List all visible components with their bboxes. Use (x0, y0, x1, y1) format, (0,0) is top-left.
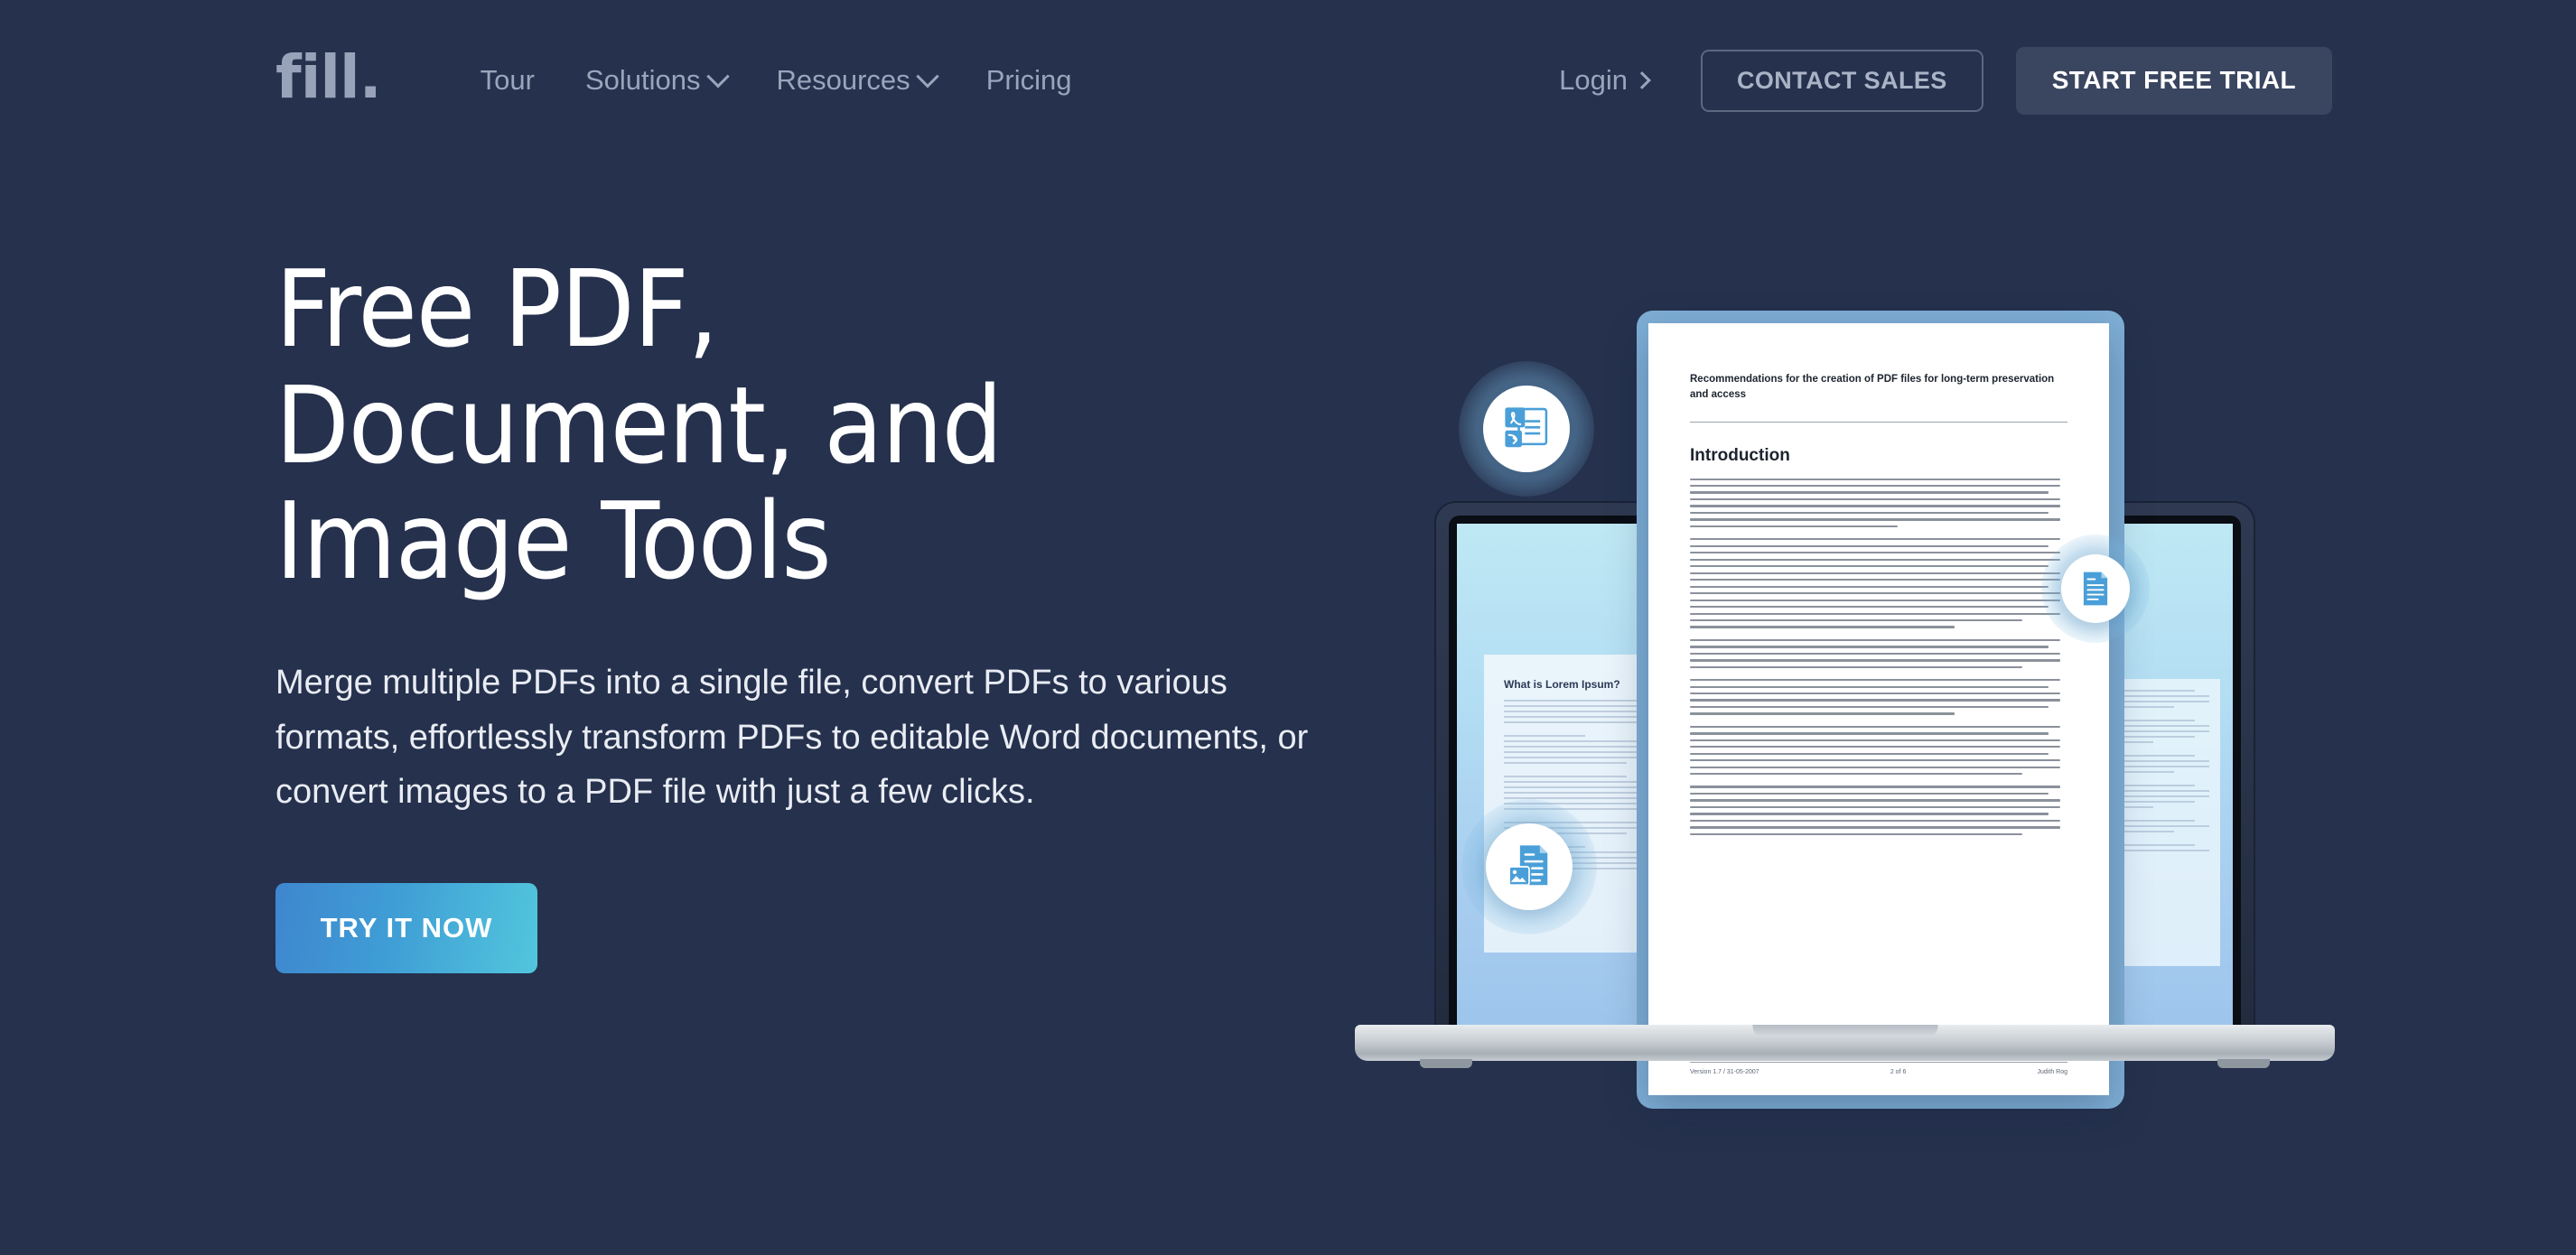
primary-nav: Tour Solutions Resources Pricing (481, 64, 1072, 97)
nav-item-resources[interactable]: Resources (776, 64, 939, 97)
pdf-convert-icon (1505, 407, 1548, 448)
landing-page: fill. Tour Solutions Resources Pricing L… (0, 0, 2576, 1255)
divider (1690, 421, 2067, 423)
try-it-now-button[interactable]: TRY IT NOW (275, 883, 537, 974)
nav-item-tour-label: Tour (480, 64, 535, 96)
document-paragraph (1690, 478, 2067, 528)
nav-item-pricing-label: Pricing (985, 64, 1072, 96)
badge-image-to-document (1461, 799, 1597, 934)
page-title: Free PDF, Document, and Image Tools (275, 246, 1003, 604)
login-link[interactable]: Login (1559, 64, 1651, 97)
document-paragraph (1690, 786, 2067, 836)
document-heading: Introduction (1690, 445, 1790, 465)
hero-description: Merge multiple PDFs into a single file, … (275, 663, 1309, 812)
document-footer-author: Judith Rog (2037, 1069, 2067, 1075)
document-title: Recommendations for the creation of PDF … (1690, 374, 2055, 401)
laptop-foot-right (2217, 1059, 2270, 1068)
chevron-down-icon (705, 65, 730, 88)
chevron-down-icon (915, 65, 939, 88)
badge-document (2041, 535, 2150, 643)
document-paragraph (1690, 679, 2067, 715)
image-to-document-icon (1508, 845, 1548, 887)
document-footer-page: 2 of 6 (1890, 1069, 1907, 1075)
start-free-trial-button[interactable]: START FREE TRIAL (2015, 46, 2332, 115)
document-footer-version: Version 1.7 / 31-05-2007 (1690, 1069, 1759, 1075)
document-icon (2083, 572, 2108, 606)
login-link-label: Login (1559, 64, 1628, 96)
chevron-right-icon (1633, 71, 1651, 89)
brand-logo[interactable]: fill. (275, 48, 382, 107)
nav-item-solutions-label: Solutions (584, 64, 701, 96)
laptop-foot-left (1420, 1059, 1472, 1068)
hero-content: Free PDF, Document, and Image Tools Merg… (275, 246, 1377, 974)
badge-disc (2061, 554, 2130, 623)
header-actions: Login CONTACT SALES START FREE TRIAL (1559, 46, 2332, 115)
document-footer: Version 1.7 / 31-05-2007 2 of 6 Judith R… (1690, 1062, 2067, 1075)
badge-disc (1486, 823, 1573, 910)
nav-item-solutions[interactable]: Solutions (584, 64, 730, 97)
contact-sales-button[interactable]: CONTACT SALES (1700, 49, 1983, 112)
laptop-notch (1752, 1025, 1937, 1037)
document-preview: Recommendations for the creation of PDF … (1648, 323, 2109, 1095)
nav-item-resources-label: Resources (776, 64, 910, 96)
badge-disc (1483, 386, 1570, 472)
document-paragraph (1690, 725, 2067, 776)
site-header: fill. Tour Solutions Resources Pricing L… (0, 0, 2576, 161)
badge-pdf-convert (1459, 361, 1594, 497)
laptop-base (1355, 1025, 2335, 1068)
hero-illustration: What is Lorem Ipsum? Recommendations for… (1355, 298, 2366, 1120)
document-paragraph (1690, 538, 2067, 628)
document-paragraph (1690, 638, 2067, 669)
nav-item-pricing[interactable]: Pricing (986, 64, 1072, 97)
nav-item-tour[interactable]: Tour (481, 64, 535, 97)
